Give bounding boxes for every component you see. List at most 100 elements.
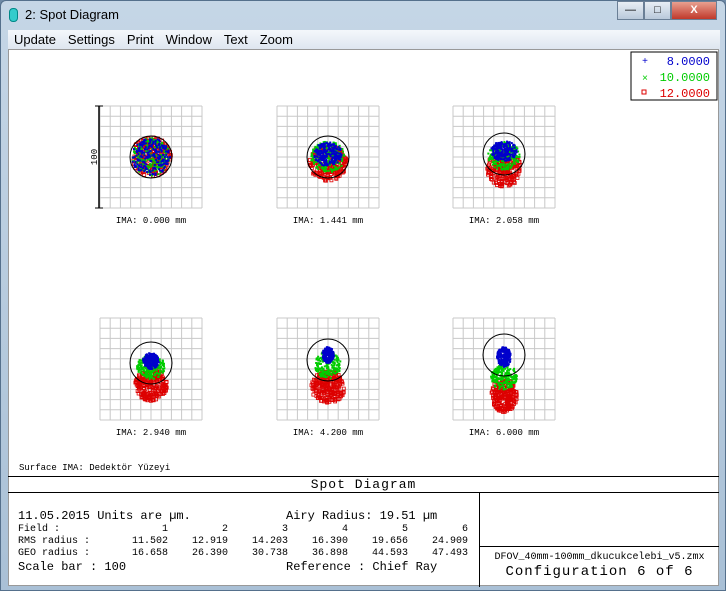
ray-point — [318, 161, 321, 164]
ray-point — [336, 155, 339, 158]
ray-point — [492, 150, 495, 153]
close-button[interactable]: X — [671, 1, 717, 20]
ray-point — [330, 153, 333, 156]
ray-point — [336, 361, 339, 364]
ray-point — [155, 158, 158, 161]
ray-point — [506, 382, 509, 385]
ray-point — [143, 138, 146, 141]
spot-panel-2: IMA: 1.441 mm — [276, 105, 380, 226]
ray-point — [140, 368, 143, 371]
ray-point — [142, 368, 145, 371]
ray-point — [505, 384, 508, 387]
ray-point — [137, 149, 140, 152]
ray-point — [154, 172, 157, 175]
ray-point — [313, 150, 316, 153]
ray-point — [165, 153, 168, 156]
ray-point — [506, 353, 509, 356]
ray-point — [508, 350, 511, 353]
menu-zoom[interactable]: Zoom — [254, 30, 299, 50]
scale-bar-label: 100 — [90, 149, 100, 165]
ray-point — [332, 152, 335, 155]
ray-point — [144, 146, 147, 149]
maximize-button[interactable]: □ — [644, 1, 671, 20]
ray-point — [313, 162, 316, 165]
ray-point — [512, 149, 515, 152]
ray-point — [332, 353, 335, 356]
ray-point — [159, 370, 162, 373]
field-label: IMA: 6.000 mm — [469, 428, 539, 438]
spot-diagram-canvas: + 8.0000 × 10.0000 12.0000 IMA: 0.000 mm… — [19, 51, 718, 473]
legend-label-8: 8.0000 — [667, 55, 710, 69]
ray-point — [137, 164, 140, 167]
ray-point — [163, 166, 166, 169]
ray-point — [156, 156, 159, 159]
ray-point — [315, 358, 318, 361]
ray-point — [319, 372, 322, 375]
ray-point — [332, 351, 335, 354]
spot-panel-6: IMA: 6.000 mm — [452, 317, 556, 438]
menu-print[interactable]: Print — [121, 30, 160, 50]
ray-point — [160, 163, 163, 166]
ray-point — [157, 161, 160, 164]
menu-settings[interactable]: Settings — [62, 30, 121, 50]
ray-point — [500, 142, 503, 145]
ray-point — [165, 145, 168, 148]
menu-text[interactable]: Text — [218, 30, 254, 50]
ray-point — [144, 370, 147, 373]
spot-panel-3: IMA: 2.058 mm — [452, 105, 556, 226]
ray-point — [513, 367, 516, 370]
ray-point — [339, 152, 342, 155]
ray-point — [506, 349, 509, 352]
ray-point — [510, 147, 513, 150]
spot-diagram-plot: + 8.0000 × 10.0000 12.0000 IMA: 0.000 mm… — [8, 49, 719, 587]
ray-point — [327, 361, 330, 364]
ray-point — [510, 385, 513, 388]
minimize-button[interactable]: — — [617, 1, 644, 20]
ray-point — [322, 149, 325, 152]
ray-point — [157, 164, 160, 167]
ray-point — [145, 144, 148, 147]
ray-point — [504, 388, 507, 391]
ray-point — [159, 145, 162, 148]
ray-point — [162, 367, 165, 370]
ray-point — [334, 166, 337, 169]
ray-point — [332, 147, 335, 150]
ray-point — [510, 381, 513, 384]
ray-point — [508, 361, 511, 364]
ray-point — [138, 366, 141, 369]
ray-point — [138, 146, 141, 149]
ray-point — [322, 356, 325, 359]
ray-point — [499, 162, 502, 165]
ray-point — [319, 149, 322, 152]
ray-point — [326, 372, 329, 375]
ray-point — [324, 347, 327, 350]
ray-point — [498, 387, 501, 390]
ray-point — [148, 150, 151, 153]
ray-point — [321, 145, 324, 148]
ray-point — [148, 363, 151, 366]
ray-point — [143, 154, 146, 157]
ray-point — [155, 369, 158, 372]
ray-point — [333, 358, 336, 361]
ray-point — [328, 352, 331, 355]
ray-point — [504, 168, 507, 171]
ray-point — [501, 350, 504, 353]
ray-point — [132, 156, 135, 159]
ray-point — [136, 143, 139, 146]
ray-point — [516, 160, 519, 163]
ray-point — [495, 377, 498, 380]
ray-point — [327, 349, 330, 352]
ray-point — [153, 148, 156, 151]
ray-point — [318, 156, 321, 159]
ray-point — [318, 367, 321, 370]
menu-update[interactable]: Update — [8, 30, 62, 50]
menu-window[interactable]: Window — [160, 30, 218, 50]
ray-point — [322, 352, 325, 355]
ray-point — [143, 151, 146, 154]
ray-point — [137, 158, 140, 161]
ray-point — [153, 364, 156, 367]
ray-point — [133, 150, 136, 153]
ray-point — [514, 152, 517, 155]
ray-point — [148, 358, 151, 361]
ray-point — [142, 165, 145, 168]
